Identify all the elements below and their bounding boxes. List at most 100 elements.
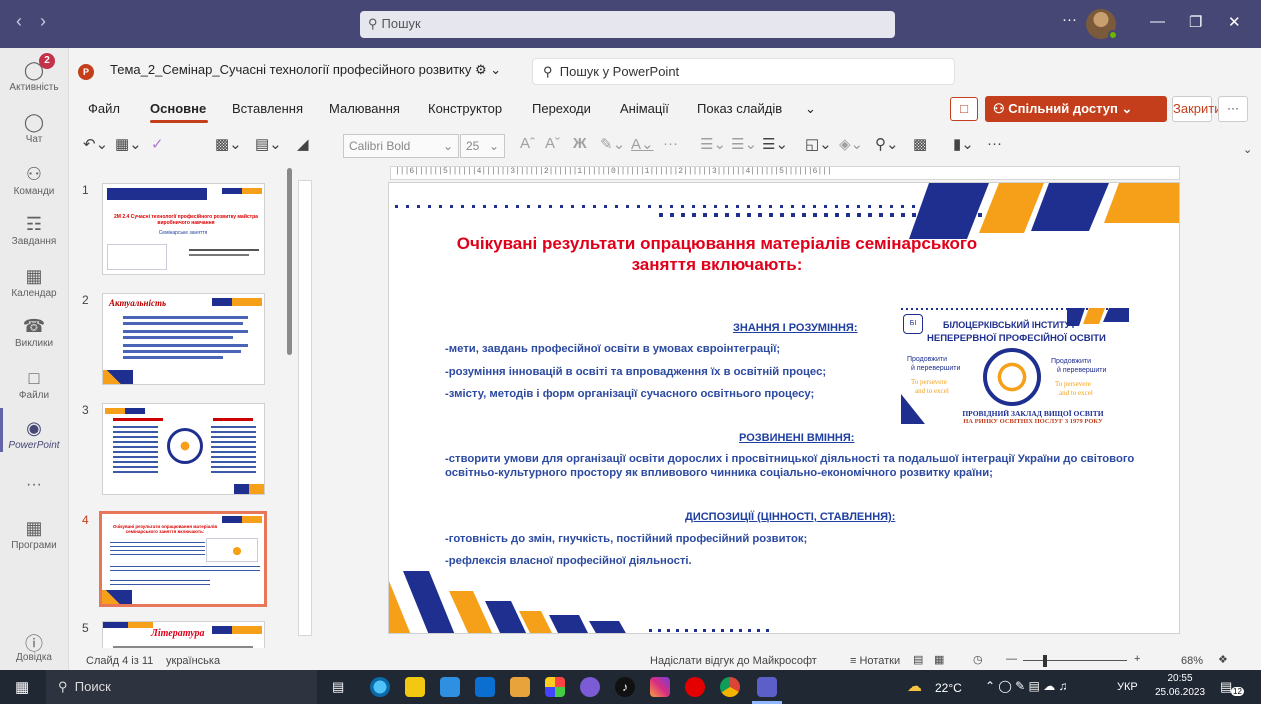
- photo-app-icon[interactable]: [510, 677, 530, 697]
- close-button[interactable]: Закрити: [1172, 96, 1221, 122]
- taskbar-search[interactable]: ⚲ Поиск: [46, 670, 317, 704]
- font-color-icon[interactable]: A⌄: [631, 135, 654, 153]
- more-options-icon[interactable]: ···: [1062, 11, 1077, 28]
- rail-item-calls[interactable]: ☎ Виклики: [0, 316, 68, 349]
- zoom-in-icon[interactable]: +: [1134, 653, 1140, 665]
- input-language[interactable]: УКР: [1117, 681, 1138, 693]
- zoom-slider[interactable]: [1023, 660, 1127, 661]
- disposition-item[interactable]: -готовність до змін, гнучкість, постійни…: [445, 533, 807, 545]
- zoom-slider-handle[interactable]: [1043, 655, 1047, 667]
- font-size-select[interactable]: 25 ⌄: [460, 134, 505, 158]
- more-button[interactable]: ···: [1218, 96, 1248, 122]
- weather-icon[interactable]: ☁: [907, 677, 922, 695]
- windows-start-icon[interactable]: ▦: [15, 678, 29, 696]
- normal-view-icon[interactable]: ▤: [913, 653, 923, 666]
- highlight-icon[interactable]: ✎⌄: [600, 135, 625, 153]
- file-explorer-icon[interactable]: [405, 677, 425, 697]
- tab-draw[interactable]: Малювання: [329, 101, 400, 116]
- tab-animations[interactable]: Анімації: [620, 101, 669, 116]
- section-dispositions-heading[interactable]: ДИСПОЗИЦІЇ (ЦІННОСТІ, СТАВЛЕННЯ):: [685, 511, 895, 523]
- tab-slideshow[interactable]: Показ слайдів: [697, 101, 782, 116]
- rail-item-powerpoint[interactable]: ◉ PowerPoint: [0, 418, 68, 451]
- teams-taskbar-icon[interactable]: [757, 677, 777, 697]
- ribbon-more-icon[interactable]: ···: [987, 135, 1002, 152]
- rail-item-activity[interactable]: ◯ Активність: [0, 60, 68, 93]
- section-knowledge-heading[interactable]: ЗНАННЯ І РОЗУМІННЯ:: [733, 322, 857, 334]
- paint-icon[interactable]: [545, 677, 565, 697]
- slide-thumbnail-3[interactable]: [102, 403, 265, 495]
- more-apps-icon[interactable]: ···: [0, 476, 68, 494]
- zoom-level[interactable]: 68%: [1181, 655, 1203, 667]
- shapes-icon[interactable]: ◱⌄: [805, 135, 832, 153]
- fit-slide-icon[interactable]: ❖: [1218, 653, 1228, 666]
- temperature[interactable]: 22°C: [935, 681, 962, 695]
- tab-home[interactable]: Основне: [150, 101, 206, 116]
- tiktok-icon[interactable]: ♪: [615, 677, 635, 697]
- layout-icon[interactable]: ▤⌄: [255, 135, 282, 153]
- share-button[interactable]: ⚇ Спільний доступ ⌄: [985, 96, 1167, 122]
- viber-icon[interactable]: [580, 677, 600, 697]
- knowledge-item[interactable]: -мети, завдань професійної освіти в умов…: [445, 343, 780, 355]
- slide-thumbnail-1[interactable]: 2М 2.4 Сучасні технології професійного р…: [102, 183, 265, 275]
- mail-icon[interactable]: [475, 677, 495, 697]
- tabs-overflow-chevron-icon[interactable]: ⌄: [805, 101, 816, 117]
- font-name-select[interactable]: Calibri Bold ⌄: [343, 134, 459, 158]
- slide-sorter-icon[interactable]: ▦: [934, 653, 944, 666]
- forward-arrow-icon[interactable]: ›: [40, 11, 46, 32]
- bold-icon[interactable]: Ж: [573, 135, 587, 152]
- clock-time[interactable]: 20:55: [1157, 673, 1203, 684]
- knowledge-item[interactable]: -змісту, методів і форм організації суча…: [445, 388, 814, 400]
- find-icon[interactable]: ⚲⌄: [875, 135, 899, 153]
- paste-icon[interactable]: ▦⌄: [115, 135, 142, 153]
- task-view-icon[interactable]: ▤: [332, 679, 344, 695]
- thumbnail-scrollbar[interactable]: [287, 168, 292, 355]
- format-painter-icon[interactable]: ✓: [151, 135, 164, 153]
- clock-date[interactable]: 25.06.2023: [1150, 687, 1210, 698]
- bullets-icon[interactable]: ☰⌄: [700, 135, 726, 153]
- ribbon-collapse-chevron-icon[interactable]: ⌄: [1243, 143, 1252, 156]
- tray-icons[interactable]: ⌃ ◯ ✎ ▤ ☁ ♫: [985, 679, 1068, 693]
- numbering-icon[interactable]: ☰⌄: [731, 135, 757, 153]
- minimize-icon[interactable]: —: [1150, 13, 1165, 30]
- close-icon[interactable]: ✕: [1228, 13, 1241, 31]
- back-arrow-icon[interactable]: ‹: [16, 11, 22, 32]
- decrease-font-icon[interactable]: Aˇ: [545, 135, 560, 152]
- slide-title[interactable]: Очікувані результати опрацювання матеріа…: [437, 233, 997, 275]
- feedback-link[interactable]: Надіслати відгук до Майкрософт: [650, 655, 817, 667]
- tab-transitions[interactable]: Переходи: [532, 101, 591, 116]
- skills-text[interactable]: -створити умови для організації освіти д…: [445, 452, 1135, 480]
- maximize-icon[interactable]: ❐: [1189, 13, 1202, 31]
- reading-view-icon[interactable]: ◷: [973, 653, 983, 666]
- tab-insert[interactable]: Вставлення: [232, 101, 303, 116]
- zoom-out-icon[interactable]: —: [1006, 653, 1017, 665]
- rail-item-calendar[interactable]: ▦ Календар: [0, 266, 68, 299]
- increase-font-icon[interactable]: Aˆ: [520, 135, 535, 152]
- reset-icon[interactable]: ◢: [297, 135, 309, 153]
- more-font-icon[interactable]: ···: [663, 135, 678, 152]
- designer-icon[interactable]: ▩: [913, 135, 927, 153]
- opera-icon[interactable]: [685, 677, 705, 697]
- tab-design[interactable]: Конструктор: [428, 101, 502, 116]
- document-title[interactable]: Тема_2_Семінар_Сучасні технології профес…: [110, 62, 501, 78]
- rail-item-teams[interactable]: ⚇ Команди: [0, 164, 68, 197]
- rail-item-help[interactable]: ⓘ Довідка: [0, 630, 68, 663]
- dictate-icon[interactable]: ▮⌄: [953, 135, 974, 153]
- tab-file[interactable]: Файл: [88, 101, 120, 116]
- undo-icon[interactable]: ↶⌄: [83, 135, 108, 153]
- instagram-icon[interactable]: [650, 677, 670, 697]
- slide-thumbnail-4-selected[interactable]: Очікувані результати опрацювання матеріа…: [99, 511, 267, 607]
- rail-item-files[interactable]: □ Файли: [0, 368, 68, 401]
- store-icon[interactable]: [440, 677, 460, 697]
- slide-thumbnail-2[interactable]: Актуальність: [102, 293, 265, 385]
- powerpoint-search-input[interactable]: ⚲ Пошук у PowerPoint: [532, 58, 955, 85]
- knowledge-item[interactable]: -розуміння інновацій в освіті та впровад…: [445, 366, 826, 378]
- new-slide-icon[interactable]: ▩⌄: [215, 135, 242, 153]
- rail-item-apps[interactable]: ▦ Програми: [0, 518, 68, 551]
- align-icon[interactable]: ☰⌄: [762, 135, 788, 153]
- section-skills-heading[interactable]: РОЗВИНЕНІ ВМІННЯ:: [739, 432, 854, 444]
- edge-icon[interactable]: [370, 677, 390, 697]
- disposition-item[interactable]: -рефлексія власної професійної діяльност…: [445, 555, 692, 567]
- teams-search-input[interactable]: ⚲ Пошук: [360, 11, 895, 38]
- slide-canvas[interactable]: Очікувані результати опрацювання матеріа…: [388, 182, 1180, 634]
- comment-button[interactable]: □: [950, 97, 978, 121]
